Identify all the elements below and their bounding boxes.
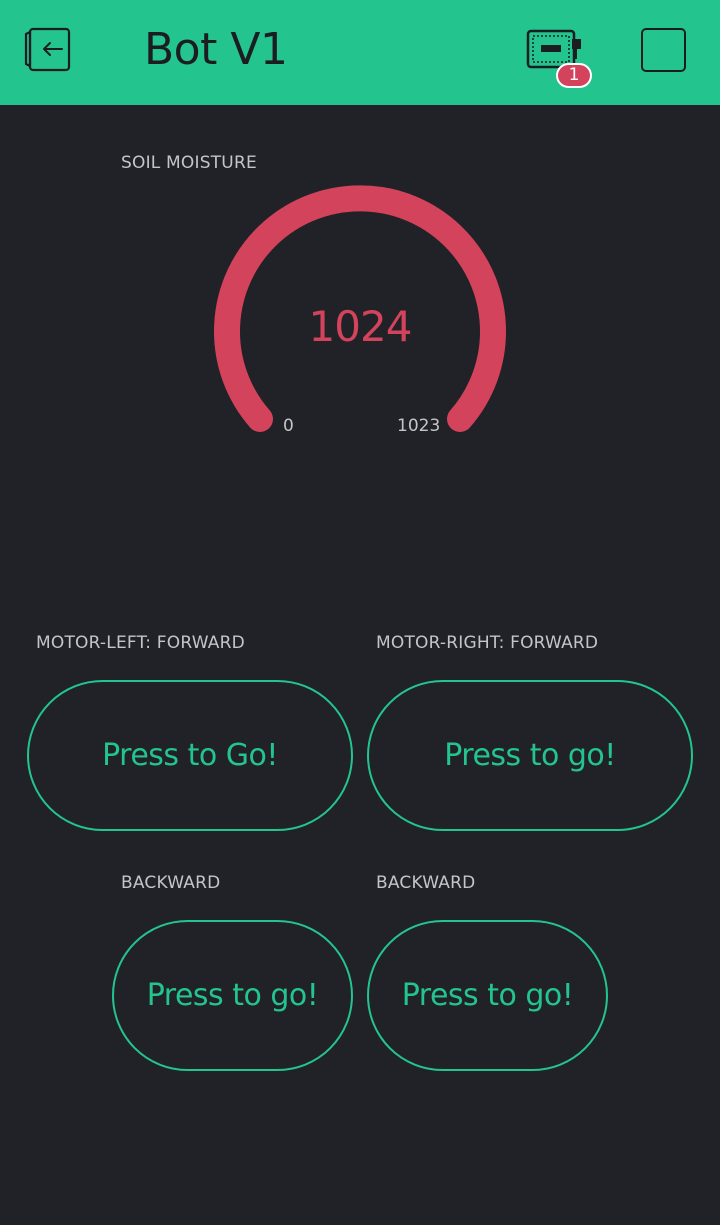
backward-left-label: BACKWARD bbox=[121, 873, 221, 893]
gauge-max-label: 1023 bbox=[397, 416, 441, 436]
motor-right-label: MOTOR-RIGHT: FORWARD bbox=[376, 633, 599, 653]
motor-left-label: MOTOR-LEFT: FORWARD bbox=[36, 633, 245, 653]
motor-right-backward-button[interactable]: Press to go! bbox=[367, 920, 608, 1071]
app-screen: Bot V1 1 SOIL MOISTURE 1024 0 1023 MOTOR… bbox=[0, 0, 720, 1225]
motor-right-forward-button[interactable]: Press to go! bbox=[367, 680, 693, 831]
gauge-value: 1024 bbox=[308, 302, 413, 351]
device-count-badge: 1 bbox=[556, 63, 592, 88]
stop-square-icon[interactable] bbox=[641, 28, 686, 72]
gauge-min-label: 0 bbox=[283, 416, 294, 436]
backward-right-label: BACKWARD bbox=[376, 873, 476, 893]
project-title: Bot V1 bbox=[144, 24, 288, 75]
motor-left-forward-button[interactable]: Press to Go! bbox=[27, 680, 353, 831]
motor-left-backward-button[interactable]: Press to go! bbox=[112, 920, 353, 1071]
exit-to-left-icon[interactable] bbox=[22, 26, 74, 74]
top-bar: Bot V1 1 bbox=[0, 0, 720, 105]
